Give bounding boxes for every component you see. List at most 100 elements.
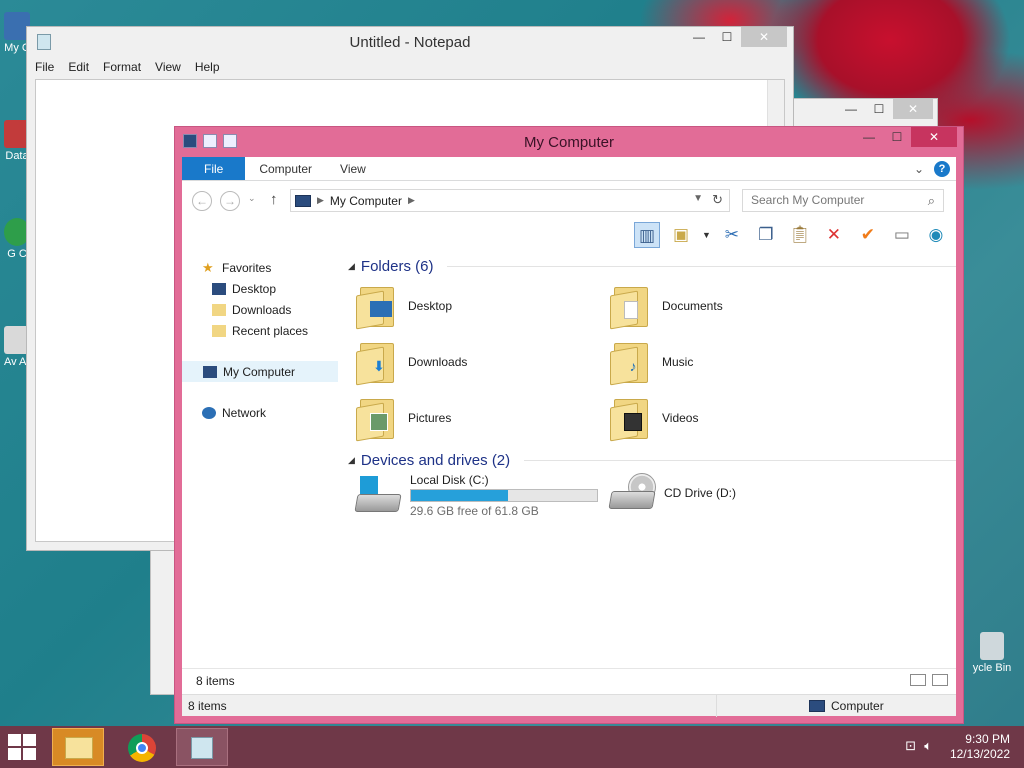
menu-view[interactable]: View — [155, 60, 181, 74]
folder-item-music[interactable]: ♪ Music — [610, 337, 850, 387]
cd-drive-icon — [608, 473, 656, 513]
nav-my-computer[interactable]: My Computer — [182, 361, 338, 382]
search-icon[interactable]: ⌕ — [928, 190, 935, 211]
recent-places-icon — [212, 324, 226, 337]
folder-options-icon[interactable]: ▣ — [668, 222, 694, 248]
drive-d-name: CD Drive (D:) — [664, 486, 736, 500]
content-pane: ◢ Folders (6) Desktop Documents ⬇ Downlo… — [348, 255, 956, 682]
tab-computer[interactable]: Computer — [245, 157, 326, 180]
tab-file[interactable]: File — [182, 157, 246, 180]
chevron-down-icon[interactable]: ▼ — [702, 230, 711, 240]
rename-icon[interactable]: ▭ — [889, 222, 915, 248]
outer-status-bar: 8 items Computer — [182, 694, 956, 717]
command-toolbar: ▥ ▣ ▼ ✂ ❐ 📋︎ ✕ ✔ ▭ ◉ — [634, 219, 949, 251]
maximize-button[interactable]: ☐ — [883, 127, 911, 147]
recent-locations-chevron-icon[interactable]: ⌄ — [248, 193, 256, 204]
minimize-button[interactable]: — — [685, 27, 713, 47]
menu-help[interactable]: Help — [195, 60, 220, 74]
system-tray: ⊡ 🔈︎ — [905, 738, 932, 754]
details-view-icon[interactable] — [910, 674, 926, 686]
devices-group-header[interactable]: ◢ Devices and drives (2) — [348, 449, 956, 471]
notepad-icon — [191, 737, 213, 759]
close-button[interactable]: ✕ — [911, 127, 957, 147]
downloads-folder-icon: ⬇ — [356, 339, 398, 386]
nav-favorites[interactable]: ★ Favorites — [182, 257, 338, 278]
taskbar-file-explorer[interactable] — [52, 728, 104, 766]
folders-group-header[interactable]: ◢ Folders (6) — [348, 255, 956, 277]
breadcrumb-my-computer[interactable]: My Computer — [330, 194, 402, 208]
collapse-triangle-icon[interactable]: ◢ — [348, 455, 355, 466]
navigation-pane: ★ Favorites Desktop Downloads Recent pla… — [182, 257, 338, 682]
taskbar-notepad[interactable] — [176, 728, 228, 766]
nav-downloads[interactable]: Downloads — [182, 299, 338, 320]
nav-network[interactable]: Network — [182, 402, 338, 423]
preview-pane-icon[interactable]: ▥ — [634, 222, 660, 248]
folder-item-videos[interactable]: Videos — [610, 393, 850, 443]
drives-list: Local Disk (C:) 29.6 GB free of 61.8 GB … — [348, 471, 956, 531]
computer-icon — [295, 194, 311, 207]
local-disk-icon — [354, 475, 402, 516]
collapse-triangle-icon[interactable]: ◢ — [348, 261, 355, 272]
computer-icon — [809, 700, 825, 712]
refresh-icon[interactable]: ↻ — [712, 192, 723, 208]
maximize-button[interactable]: ☐ — [865, 99, 893, 119]
star-icon: ★ — [202, 259, 214, 275]
delete-icon[interactable]: ✕ — [821, 222, 847, 248]
large-icons-view-icon[interactable] — [932, 674, 948, 686]
forward-button[interactable]: → — [220, 191, 240, 211]
folder-item-documents[interactable]: Documents — [610, 281, 850, 331]
outer-item-count: 8 items — [188, 699, 227, 713]
search-input[interactable]: Search My Computer ⌕ — [742, 189, 944, 212]
drive-c-name: Local Disk (C:) — [410, 473, 489, 487]
address-bar[interactable]: ▶ My Computer ▶ ▼ ↻ — [290, 189, 730, 212]
desktop-icon-recycle-bin[interactable]: ycle Bin — [962, 632, 1022, 674]
menu-edit[interactable]: Edit — [68, 60, 89, 74]
copy-icon[interactable]: ❐ — [753, 222, 779, 248]
start-button[interactable] — [8, 734, 38, 760]
folder-item-pictures[interactable]: Pictures — [356, 393, 596, 443]
network-icon[interactable]: ⊡ — [905, 738, 916, 754]
chevron-down-icon[interactable]: ▼ — [693, 193, 703, 204]
minimize-button[interactable]: — — [837, 99, 865, 119]
address-row: ← → ⌄ ↑ ▶ My Computer ▶ ▼ ↻ Search My Co… — [182, 181, 956, 221]
tab-view[interactable]: View — [326, 157, 380, 180]
cut-icon[interactable]: ✂ — [719, 222, 745, 248]
close-button[interactable]: ✕ — [741, 27, 787, 47]
folder-item-downloads[interactable]: ⬇ Downloads — [356, 337, 596, 387]
item-count: 8 items — [196, 674, 235, 688]
window-title: My Computer — [523, 134, 615, 151]
folder-item-desktop[interactable]: Desktop — [356, 281, 596, 331]
file-explorer-icon — [65, 737, 93, 759]
background-window-edge — [150, 545, 176, 695]
drive-item-c[interactable]: Local Disk (C:) 29.6 GB free of 61.8 GB — [354, 473, 598, 518]
checkmark-icon[interactable]: ✔ — [855, 222, 881, 248]
globe-icon[interactable]: ◉ — [923, 222, 949, 248]
nav-desktop[interactable]: Desktop — [182, 278, 338, 299]
back-button[interactable]: ← — [192, 191, 212, 211]
network-icon — [202, 406, 216, 419]
background-window-titlebar: — ☐ ✕ — [792, 98, 938, 128]
notepad-titlebar[interactable]: Untitled - Notepad — ☐ ✕ — [27, 27, 793, 57]
clock[interactable]: 9:30 PM 12/13/2022 — [950, 732, 1010, 762]
nav-recent-places[interactable]: Recent places — [182, 320, 338, 341]
volume-icon[interactable]: 🔈︎ — [924, 738, 932, 754]
up-button[interactable]: ↑ — [270, 191, 278, 208]
taskbar: ⊡ 🔈︎ 9:30 PM 12/13/2022 — [0, 726, 1024, 768]
videos-folder-icon — [610, 395, 652, 442]
help-icon[interactable]: ? — [934, 161, 950, 177]
drive-item-d[interactable]: CD Drive (D:) — [608, 473, 736, 513]
maximize-button[interactable]: ☐ — [713, 27, 741, 47]
recycle-bin-icon — [980, 632, 1004, 660]
breadcrumb-arrow-icon[interactable]: ▶ — [408, 195, 415, 206]
taskbar-chrome[interactable] — [116, 728, 168, 766]
menu-file[interactable]: File — [35, 60, 54, 74]
breadcrumb-arrow-icon[interactable]: ▶ — [317, 195, 324, 206]
expand-ribbon-chevron-icon[interactable]: ⌄ — [914, 162, 924, 176]
music-folder-icon: ♪ — [610, 339, 652, 386]
close-button[interactable]: ✕ — [893, 99, 933, 119]
paste-icon[interactable]: 📋︎ — [787, 222, 813, 248]
folders-grid: Desktop Documents ⬇ Downloads ♪ Music Pi… — [348, 277, 956, 449]
menu-format[interactable]: Format — [103, 60, 141, 74]
explorer-titlebar[interactable]: My Computer — ☐ ✕ — [175, 127, 963, 157]
minimize-button[interactable]: — — [855, 127, 883, 147]
